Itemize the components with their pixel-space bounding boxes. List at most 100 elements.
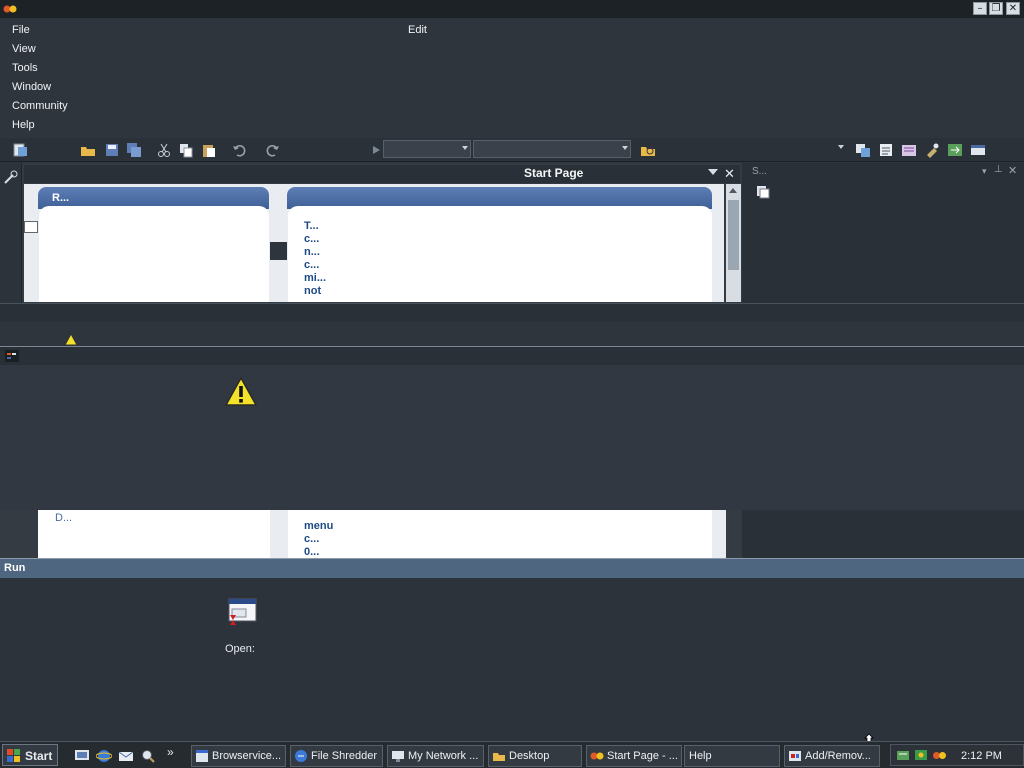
start-label: Start (25, 749, 53, 763)
dialog-app-icon (5, 350, 19, 362)
news-link-6[interactable]: not (304, 285, 321, 297)
taskbar-item-label: Desktop (509, 750, 550, 762)
start-debug-icon[interactable] (368, 142, 384, 158)
vertical-scrollbar[interactable] (726, 184, 741, 302)
quicklaunch-search-icon[interactable] (140, 748, 156, 764)
scroll-up-arrow-icon[interactable] (729, 188, 737, 193)
lower-link-1[interactable]: menu (304, 520, 333, 532)
warning-dialog-title-bar (0, 347, 1024, 365)
news-link-4[interactable]: c... (304, 259, 319, 271)
paste-icon[interactable] (201, 142, 217, 158)
getting-started-text[interactable]: D... (55, 512, 72, 524)
start-page-body: R... (24, 184, 724, 302)
taskbar-item-add-remove[interactable]: Add/Remov... (784, 745, 880, 767)
save-icon[interactable] (104, 142, 120, 158)
quicklaunch-more-icon[interactable]: » (167, 745, 174, 759)
panel-collapse-icon[interactable] (24, 221, 38, 233)
separator-strip (0, 303, 1024, 322)
menu-edit[interactable]: Edit (408, 24, 427, 36)
tab-menu-chevron-icon[interactable] (708, 169, 718, 175)
panel-gutter (270, 510, 288, 558)
start-page-title: Start Page (524, 166, 584, 180)
recent-projects-title: R... (52, 192, 70, 204)
new-project-icon[interactable] (12, 142, 28, 158)
windows-logo-icon (7, 749, 20, 762)
recent-projects-panel (39, 206, 269, 302)
browser-window-icon (196, 750, 208, 762)
taskbar-item-my-network[interactable]: My Network ... (387, 745, 484, 767)
quicklaunch-mail-icon[interactable] (118, 748, 134, 764)
command-window-icon[interactable] (970, 142, 986, 158)
find-in-files-icon[interactable] (640, 142, 656, 158)
shredder-icon (295, 750, 307, 762)
toolbox-icon[interactable] (924, 142, 940, 158)
lower-link-3[interactable]: 0... (304, 546, 319, 558)
run-dialog-title: Run (4, 562, 26, 574)
tray-clock: 2:12 PM (961, 750, 1002, 762)
tray-monitor-icon[interactable] (914, 748, 929, 763)
redo-icon[interactable] (265, 142, 281, 158)
getting-started-panel (38, 510, 270, 558)
properties-icon[interactable] (878, 142, 894, 158)
properties-page-icon[interactable] (756, 185, 770, 199)
start-page-lower: D... menu c... 0... (0, 510, 1024, 558)
copy-icon[interactable] (178, 142, 194, 158)
cut-icon[interactable] (156, 142, 172, 158)
quicklaunch-desktop-icon[interactable] (74, 748, 90, 764)
tray-shield-icon[interactable] (896, 748, 911, 763)
object-browser-icon[interactable] (901, 142, 917, 158)
right-pane-lower (742, 510, 1024, 558)
start-page-icon[interactable] (947, 142, 963, 158)
save-all-icon[interactable] (126, 142, 142, 158)
taskbar-item-desktop[interactable]: Desktop (488, 745, 582, 767)
minimize-button[interactable]: – (973, 2, 987, 15)
add-remove-programs-icon (789, 751, 801, 761)
toolbox-strip (0, 163, 22, 303)
menu-help[interactable]: Help (12, 119, 35, 131)
quicklaunch-ie-icon[interactable] (96, 748, 112, 764)
start-button[interactable]: Start (2, 744, 58, 766)
panel-divider (270, 242, 287, 260)
folder-icon (493, 753, 505, 761)
run-open-label: Open: (225, 643, 255, 655)
pane-close-icon[interactable]: ✕ (1008, 164, 1017, 177)
taskbar-item-file-shredder[interactable]: File Shredder (290, 745, 383, 767)
close-button[interactable]: ✕ (1006, 2, 1020, 15)
config-combo[interactable] (383, 140, 471, 158)
headlines-panel (288, 510, 712, 558)
news-link-1[interactable]: T... (304, 220, 319, 232)
taskbar-item-browservice[interactable]: Browservice... (191, 745, 286, 767)
toolbox-tools-icon[interactable] (3, 169, 19, 185)
lower-link-2[interactable]: c... (304, 533, 319, 545)
warning-dialog (0, 346, 1024, 510)
news-link-5[interactable]: mi... (304, 272, 326, 284)
undo-icon[interactable] (231, 142, 247, 158)
menu-window[interactable]: Window (12, 81, 51, 93)
pin-icon[interactable]: ⊥ (994, 164, 1003, 175)
tray-ide-icon[interactable] (932, 748, 947, 763)
news-link-3[interactable]: n... (304, 246, 320, 258)
pane-options-icon[interactable]: ▾ (982, 166, 987, 177)
menu-community[interactable]: Community (12, 100, 68, 112)
menu-view[interactable]: View (12, 43, 36, 55)
background-strip (0, 322, 1024, 346)
open-folder-icon[interactable] (80, 142, 96, 158)
menu-file[interactable]: File (12, 24, 30, 36)
platform-combo[interactable] (473, 140, 631, 158)
warning-icon (224, 376, 258, 406)
solution-explorer-icon[interactable] (855, 142, 871, 158)
warning-small-icon (64, 333, 78, 346)
taskbar-item-label: My Network ... (408, 750, 479, 762)
taskbar-item-help[interactable]: Help (684, 745, 780, 767)
run-dialog-title-bar: Run (0, 559, 1024, 578)
scroll-thumb[interactable] (728, 200, 739, 270)
close-tab-icon[interactable]: ✕ (724, 166, 735, 182)
taskbar-item-label: Help (689, 750, 712, 762)
toolbar (0, 138, 1024, 162)
taskbar-item-start-page[interactable]: Start Page - ... (586, 745, 682, 767)
find-combo[interactable] (660, 140, 846, 158)
restore-button[interactable]: ❐ (989, 2, 1003, 15)
menu-tools[interactable]: Tools (12, 62, 38, 74)
news-link-2[interactable]: c... (304, 233, 319, 245)
start-page-tab-bar: ✕ (24, 165, 740, 183)
